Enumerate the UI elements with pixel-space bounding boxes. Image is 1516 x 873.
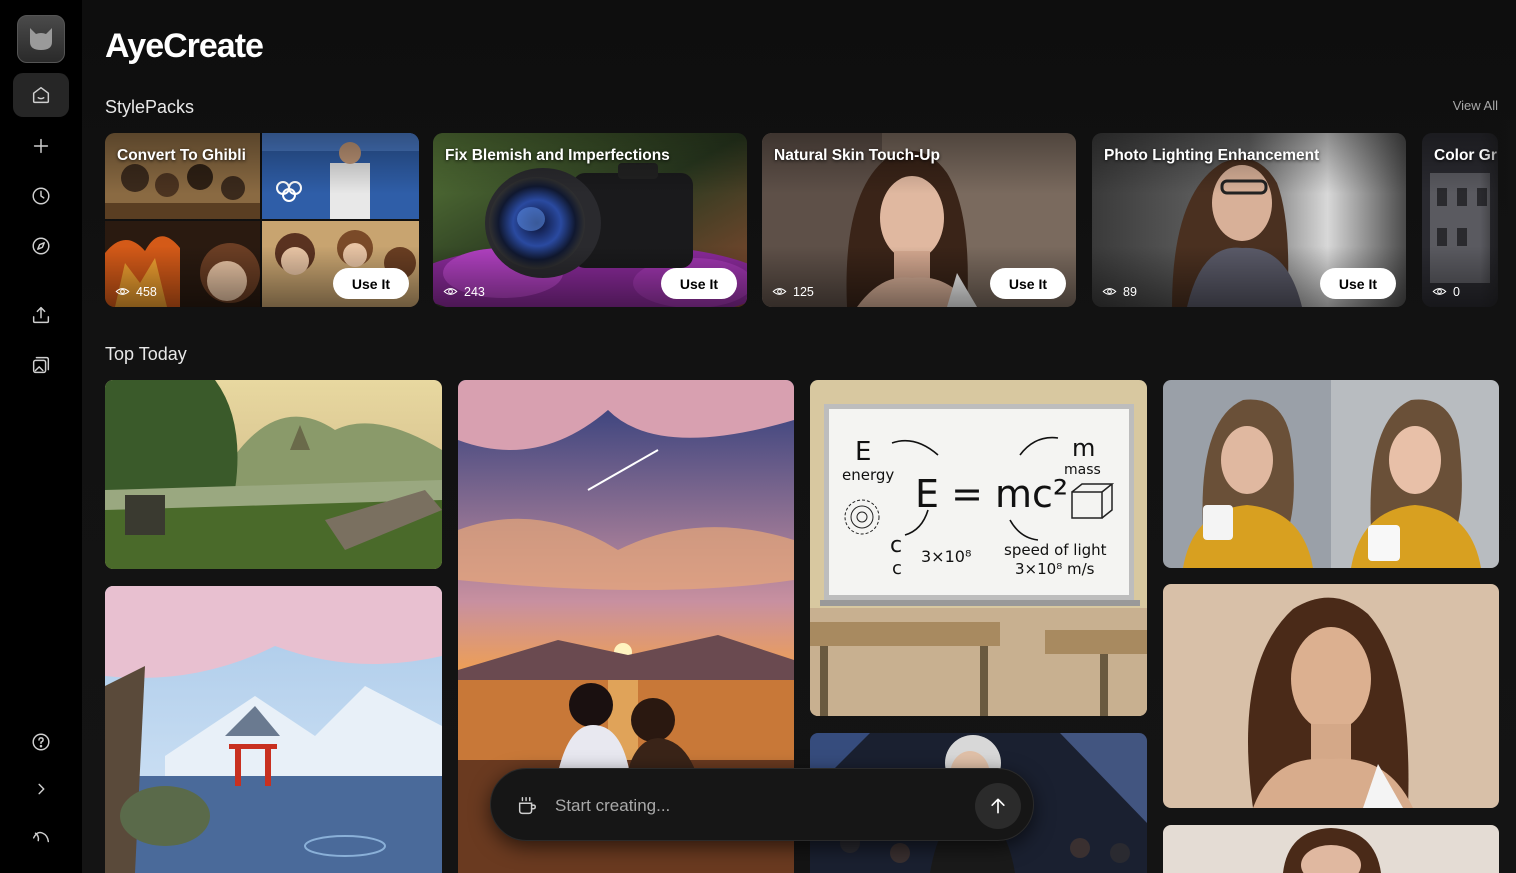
view-count-value: 125 <box>793 284 814 299</box>
use-it-button[interactable]: Use It <box>660 268 737 299</box>
carousel-fade <box>1480 120 1516 320</box>
nav-gallery[interactable] <box>13 343 69 387</box>
gallery-tile[interactable] <box>1163 380 1499 568</box>
wb-formula: E = mc² <box>915 472 1068 516</box>
stylepack-title: Fix Blemish and Imperfections <box>445 147 670 164</box>
eye-icon <box>1432 288 1447 295</box>
coffee-cup-icon <box>518 797 536 815</box>
wb-m: m <box>1072 434 1095 462</box>
wb-c2: c <box>892 558 902 579</box>
sidebar <box>0 0 82 873</box>
chevron-right-icon <box>38 783 45 795</box>
stylepack-card[interactable]: Convert To Ghibli 458 Use It <box>105 133 419 307</box>
nav-history[interactable] <box>13 174 69 218</box>
view-count-value: 243 <box>464 284 485 299</box>
view-count: 458 <box>115 284 157 299</box>
portrait-partial-image <box>1163 825 1499 873</box>
prompt-input[interactable] <box>555 791 935 821</box>
brand-swirl-icon <box>32 831 50 843</box>
landscape-temple-image <box>105 380 442 569</box>
wb-energy: energy <box>842 466 894 484</box>
view-count-value: 89 <box>1123 284 1137 299</box>
compass-icon <box>32 237 50 255</box>
view-count: 125 <box>772 284 814 299</box>
before-after-portrait-image <box>1163 380 1499 568</box>
use-it-button[interactable]: Use It <box>1319 268 1396 299</box>
upload-icon <box>32 306 50 324</box>
nav-upload[interactable] <box>13 293 69 337</box>
eye-icon <box>772 288 787 295</box>
nav-expand[interactable] <box>13 767 69 811</box>
stylepack-title: Photo Lighting Enhancement <box>1104 147 1320 164</box>
nav-explore[interactable] <box>13 224 69 268</box>
eye-icon <box>1102 288 1117 295</box>
gallery-tile[interactable] <box>1163 825 1499 873</box>
gallery-edit-icon <box>32 356 50 374</box>
gallery-tile[interactable] <box>1163 584 1499 808</box>
stylepack-card[interactable]: Natural Skin Touch-Up 125 Use It <box>762 133 1076 307</box>
use-it-button[interactable]: Use It <box>332 268 409 299</box>
plus-icon <box>33 138 49 154</box>
home-icon <box>32 86 50 104</box>
arrow-up-icon <box>991 798 1005 814</box>
use-it-button[interactable]: Use It <box>989 268 1066 299</box>
wb-c: c <box>890 533 902 558</box>
wb-speed: speed of light <box>1004 541 1107 559</box>
view-count: 0 <box>1432 284 1460 299</box>
nav-create[interactable] <box>13 124 69 168</box>
nav-home[interactable] <box>13 73 69 117</box>
wb-mass: mass <box>1064 462 1101 478</box>
wb-e: E <box>855 437 871 467</box>
send-button[interactable] <box>975 783 1021 829</box>
view-count: 89 <box>1102 284 1137 299</box>
stylepacks-title: StylePacks <box>105 97 195 117</box>
view-count-value: 0 <box>1453 284 1460 299</box>
view-all-link[interactable]: View All <box>1453 98 1498 113</box>
clock-icon <box>32 187 50 205</box>
wb-speed-value: 3×10⁸ m/s <box>1015 560 1095 578</box>
app-logo[interactable] <box>17 15 65 63</box>
cherry-blossom-lake-image <box>105 586 442 873</box>
view-count-value: 458 <box>136 284 157 299</box>
stylepack-title: Convert To Ghibli <box>117 147 246 164</box>
gallery-tile[interactable] <box>105 586 442 873</box>
help-icon <box>32 733 50 751</box>
stylepack-card[interactable]: Photo Lighting Enhancement 89 Use It <box>1092 133 1406 307</box>
woman-portrait-image <box>1163 584 1499 808</box>
eye-icon <box>443 288 458 295</box>
prompt-composer <box>490 768 1034 841</box>
top-today-title: Top Today <box>105 344 187 364</box>
gallery-tile[interactable] <box>105 380 442 569</box>
wb-c-value: 3×10⁸ <box>921 547 971 566</box>
nav-help[interactable] <box>13 720 69 764</box>
brand-mark[interactable] <box>13 814 69 858</box>
stylepack-title: Natural Skin Touch-Up <box>774 147 940 164</box>
stylepack-card[interactable]: Fix Blemish and Imperfections 243 Use It <box>433 133 747 307</box>
page-title: AyeCreate <box>105 27 264 65</box>
eye-icon <box>115 288 130 295</box>
cat-logo-icon <box>30 28 52 50</box>
whiteboard-physics-image: E energy E = mc² m mass c c 3×10⁸ speed … <box>810 380 1147 716</box>
view-count: 243 <box>443 284 485 299</box>
gallery-tile[interactable]: E energy E = mc² m mass c c 3×10⁸ speed … <box>810 380 1147 716</box>
